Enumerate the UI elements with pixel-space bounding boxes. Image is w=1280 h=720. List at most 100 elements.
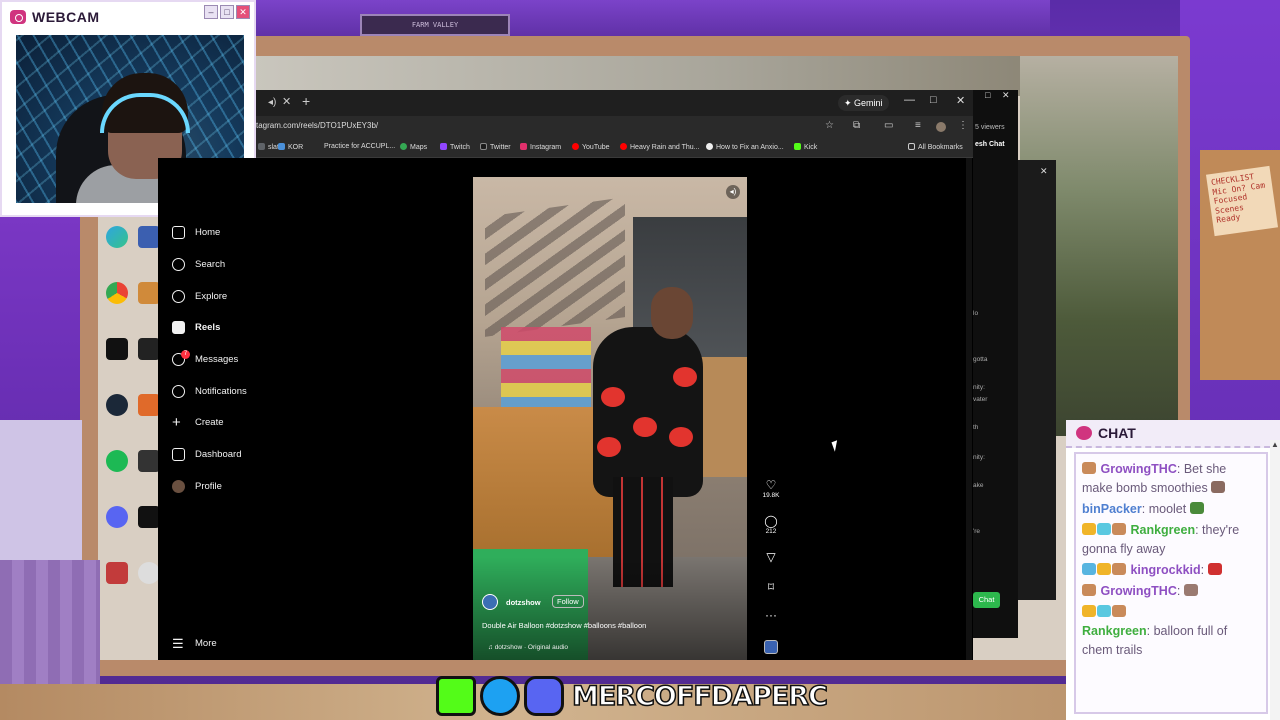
- extensions-icon[interactable]: ⧉: [853, 120, 860, 131]
- badge-icon: [1112, 523, 1126, 535]
- nav-search[interactable]: Search: [172, 258, 225, 271]
- bookmark-item[interactable]: Instagram: [520, 143, 561, 151]
- chat-message: binPacker: moolet: [1082, 500, 1260, 519]
- new-tab-icon[interactable]: +: [302, 93, 310, 109]
- discord-icon[interactable]: [106, 506, 128, 528]
- badge-icon: [1097, 605, 1111, 617]
- sword-badge-icon: [1082, 563, 1096, 575]
- speaker-icon[interactable]: ◂): [268, 97, 276, 108]
- page-scrollbar[interactable]: [966, 158, 972, 660]
- volume-icon[interactable]: ◂): [726, 185, 740, 199]
- close-icon[interactable]: ✕: [1040, 166, 1048, 177]
- app-icon[interactable]: [138, 226, 160, 248]
- hamburger-icon: ☰: [172, 636, 184, 651]
- reel-user-avatar[interactable]: [482, 594, 498, 610]
- chat-message: Rankgreen: balloon full of chem trails: [1082, 603, 1260, 660]
- follow-button[interactable]: Follow: [552, 595, 584, 608]
- tab-close-icon[interactable]: ✕: [282, 95, 291, 108]
- folder-icon: [908, 143, 915, 150]
- share-button[interactable]: ▽: [762, 550, 780, 564]
- address-bar[interactable]: tagram.com/reels/DTO1PUxEY3b/ ☆ ⧉ ▭ ≡ ⋮: [256, 116, 973, 138]
- close-icon[interactable]: ✕: [1002, 90, 1010, 101]
- chat-snippet: nity:: [973, 454, 985, 461]
- camera-icon[interactable]: [138, 450, 160, 472]
- reel-audio[interactable]: ♫ dotzshow · Original audio: [488, 644, 568, 651]
- nav-label: Search: [195, 259, 226, 270]
- cloud-print: [669, 427, 693, 447]
- gemini-button[interactable]: ✦ Gemini: [838, 95, 889, 111]
- bookmark-item[interactable]: Maps: [400, 143, 427, 151]
- profile-avatar[interactable]: [936, 122, 946, 132]
- bookmark-item[interactable]: How to Fix an Anxio...: [706, 143, 784, 151]
- app-icon[interactable]: [138, 282, 160, 304]
- save-button[interactable]: ⌑: [762, 580, 780, 594]
- minimize-icon[interactable]: —: [904, 94, 915, 106]
- maps-icon: [400, 143, 407, 150]
- maximize-icon[interactable]: □: [930, 94, 937, 106]
- media-icon[interactable]: ≡: [915, 120, 921, 131]
- bookmark-item[interactable]: YouTube: [572, 143, 610, 151]
- bookmark-item[interactable]: KOR: [278, 143, 303, 151]
- menu-icon[interactable]: ⋮: [958, 120, 968, 131]
- emote-icon: [1189, 502, 1204, 514]
- nav-messages[interactable]: 7 Messages: [172, 350, 238, 366]
- steam-icon[interactable]: [106, 394, 128, 416]
- chrome-icon[interactable]: [106, 282, 128, 304]
- like-button[interactable]: ♡ 19.8K: [762, 478, 780, 499]
- bookmark-item[interactable]: Twitch: [440, 143, 470, 151]
- spotify-icon[interactable]: [106, 450, 128, 472]
- nav-home[interactable]: Home: [172, 226, 220, 239]
- more-options-button[interactable]: ···: [762, 608, 780, 622]
- bookmark-icon: [258, 143, 265, 150]
- cast-icon[interactable]: ▭: [884, 120, 893, 131]
- youtube-icon: [620, 143, 627, 150]
- nav-more[interactable]: ☰ More: [172, 637, 217, 650]
- nav-reels[interactable]: Reels: [172, 321, 220, 334]
- chat-title: CHAT: [1098, 425, 1136, 441]
- bookmark-item[interactable]: Practice for ACCUPL...: [324, 143, 395, 150]
- nav-profile[interactable]: Profile: [172, 480, 222, 493]
- audio-thumbnail[interactable]: [764, 640, 778, 654]
- all-bookmarks[interactable]: All Bookmarks: [908, 143, 963, 151]
- game-icon[interactable]: [138, 506, 160, 528]
- nav-dashboard[interactable]: Dashboard: [172, 448, 241, 461]
- chat-snippet: 're: [973, 528, 981, 535]
- viewer-count: 5 viewers: [975, 124, 1005, 131]
- nav-explore[interactable]: Explore: [172, 290, 227, 303]
- logi-icon[interactable]: [138, 562, 160, 584]
- edge-icon[interactable]: [106, 226, 128, 248]
- chat-text: moolet: [1148, 502, 1187, 516]
- chat-message: GrowingTHC: Bet she make bomb smoothies: [1082, 462, 1227, 495]
- maximize-icon[interactable]: □: [985, 90, 990, 100]
- badge-icon: [1097, 523, 1111, 535]
- scroll-up-icon[interactable]: ▲: [1271, 440, 1279, 449]
- crown-badge-icon: [1082, 605, 1096, 617]
- bookmark-item[interactable]: Heavy Rain and Thu...: [620, 143, 700, 151]
- badge-icon: [1112, 563, 1126, 575]
- nav-notifications[interactable]: Notifications: [172, 385, 247, 398]
- bookmark-item[interactable]: Kick: [794, 143, 817, 151]
- nav-create[interactable]: + Create: [172, 415, 224, 430]
- chat-snippet: lo: [973, 310, 979, 317]
- chat-scrollbar[interactable]: ▲: [1270, 440, 1280, 720]
- star-icon[interactable]: ☆: [825, 120, 834, 131]
- discord-icon: [524, 676, 564, 716]
- comment-button[interactable]: ◯ 212: [762, 514, 780, 535]
- gemini-label: Gemini: [854, 98, 883, 108]
- reel-video[interactable]: [473, 177, 747, 660]
- url-text[interactable]: tagram.com/reels/DTO1PUxEY3b/: [256, 121, 378, 130]
- close-icon[interactable]: ✕: [956, 94, 965, 107]
- bookmark-item[interactable]: Twitter: [480, 143, 511, 151]
- capcut-icon[interactable]: [106, 338, 128, 360]
- chat-button[interactable]: Chat: [973, 592, 1000, 608]
- chat-snippet: th: [973, 424, 979, 431]
- nav-label: Create: [195, 417, 224, 428]
- reel-username[interactable]: dotzshow: [506, 598, 541, 607]
- send-icon: ▽: [766, 550, 776, 564]
- maximize-icon: □: [220, 5, 234, 19]
- gaming-icon[interactable]: [138, 394, 160, 416]
- crown-badge-icon: [1097, 563, 1111, 575]
- vr-icon[interactable]: [138, 338, 160, 360]
- blackboard-icon[interactable]: [106, 562, 128, 584]
- heart-icon: ♡: [765, 478, 777, 492]
